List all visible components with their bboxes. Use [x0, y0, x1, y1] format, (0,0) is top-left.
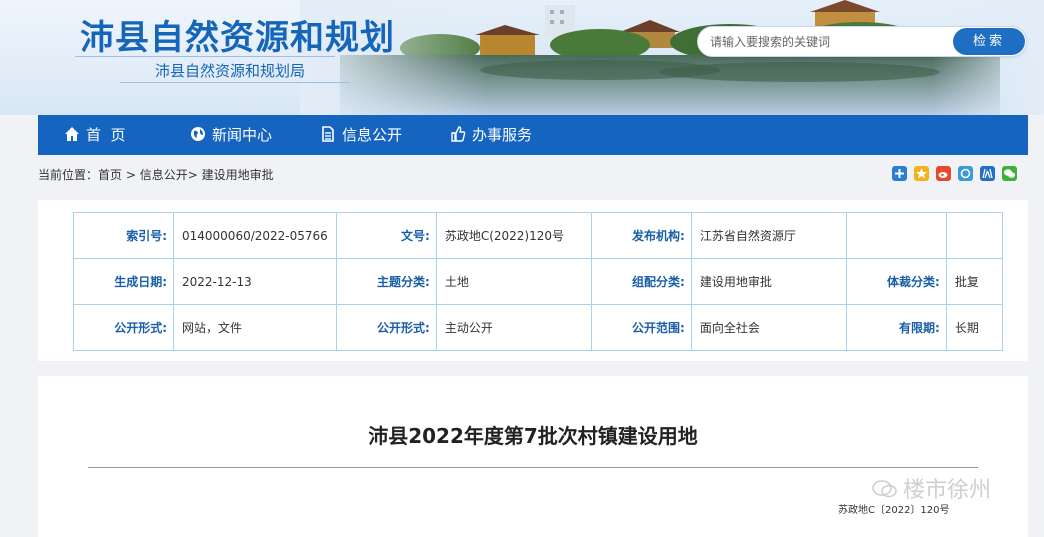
meta-key-topic: 主题分类: — [335, 258, 437, 305]
meta-value-docno: 苏政地C(2022)120号 — [435, 212, 592, 259]
document-icon — [322, 126, 334, 142]
breadcrumb: 当前位置：首页 > 信息公开> 建设用地审批 — [38, 166, 274, 183]
breadcrumb-link-info[interactable]: 信息公开 — [140, 168, 188, 182]
thumbs-up-icon — [451, 126, 466, 142]
star-share-icon[interactable] — [914, 166, 930, 181]
table-row: 索引号: 014000060/2022-05766 文号: 苏政地C(2022)… — [73, 212, 1003, 259]
meta-key-scope: 公开范围: — [590, 304, 692, 351]
meta-key-index: 索引号: — [73, 212, 174, 259]
nav-item-info[interactable]: 信息公开 — [320, 115, 402, 155]
nav-item-news[interactable]: 新闻中心 — [190, 115, 272, 155]
meta-key-category: 组配分类: — [590, 258, 692, 305]
document-title: 沛县2022年度第7批次村镇建设用地 — [368, 424, 698, 448]
search-box: 检索 — [697, 26, 1027, 57]
plus-share-icon[interactable] — [892, 166, 907, 181]
table-row: 公开形式: 网站，文件 公开形式: 主动公开 公开范围: 面向全社会 有限期: … — [73, 304, 1003, 351]
meta-key-empty — [845, 212, 947, 259]
watermark-text: 楼市徐州 — [903, 478, 992, 503]
breadcrumb-separator: > — [187, 168, 198, 182]
meta-key-validity: 有限期: — [845, 304, 947, 351]
meta-key-genre: 体裁分类: — [845, 258, 947, 305]
breadcrumb-link-home[interactable]: 首页 — [98, 168, 122, 182]
meta-key-form2: 公开形式: — [335, 304, 437, 351]
meta-key-form: 公开形式: — [73, 304, 174, 351]
meta-value-category: 建设用地审批 — [690, 258, 847, 305]
nav-item-label: 信息公开 — [342, 126, 403, 144]
meta-info-table: 索引号: 014000060/2022-05766 文号: 苏政地C(2022)… — [73, 212, 1003, 351]
meta-key-date: 生成日期: — [73, 258, 174, 305]
nav-item-services[interactable]: 办事服务 — [450, 115, 532, 155]
header-scenery-image — [300, 0, 1044, 115]
wechat-watermark-icon — [872, 480, 897, 498]
title-decor-line — [120, 82, 350, 83]
site-header: 沛县自然资源和规划 沛县自然资源和规划局 检索 — [0, 0, 1044, 115]
watermark: 楼市徐州 — [871, 472, 991, 504]
site-subtitle: 沛县自然资源和规划局 — [155, 62, 306, 80]
meta-value-genre: 批复 — [945, 258, 1003, 305]
main-nav: 首 页 新闻中心 信息公开 办事服务 — [38, 115, 1028, 155]
meta-value-date: 2022-12-13 — [173, 258, 337, 305]
globe-icon — [191, 127, 205, 141]
search-input[interactable] — [710, 33, 950, 51]
qzone-share-icon[interactable] — [958, 166, 974, 181]
meta-value-scope: 面向全社会 — [690, 304, 847, 351]
breadcrumb-current: 建设用地审批 — [201, 168, 274, 182]
nav-item-label: 新闻中心 — [212, 126, 273, 144]
breadcrumb-prefix: 当前位置： — [38, 168, 99, 182]
title-divider — [88, 467, 978, 468]
renren-share-icon[interactable] — [980, 166, 996, 181]
site-title: 沛县自然资源和规划 — [80, 18, 395, 58]
meta-value-index: 014000060/2022-05766 — [173, 212, 337, 259]
meta-value-empty — [945, 212, 1003, 259]
nav-item-home[interactable]: 首 页 — [64, 115, 126, 155]
meta-key-publisher: 发布机构: — [590, 212, 692, 259]
meta-value-form2: 主动公开 — [435, 304, 592, 351]
meta-value-validity: 长期 — [945, 304, 1003, 351]
home-icon — [65, 127, 79, 141]
breadcrumb-separator: > — [125, 168, 136, 182]
share-toolbar — [892, 166, 1019, 181]
nav-item-label: 首 页 — [86, 126, 126, 144]
table-row: 生成日期: 2022-12-13 主题分类: 土地 组配分类: 建设用地审批 体… — [73, 258, 1003, 305]
meta-value-publisher: 江苏省自然资源厅 — [690, 212, 847, 259]
wechat-share-icon[interactable] — [1002, 166, 1018, 181]
search-button[interactable]: 检索 — [953, 28, 1025, 55]
document-content-panel: 沛县2022年度第7批次村镇建设用地 楼市徐州 苏政地C〔2022〕120号 — [38, 376, 1028, 537]
meta-info-panel: 索引号: 014000060/2022-05766 文号: 苏政地C(2022)… — [38, 200, 1028, 361]
nav-item-label: 办事服务 — [472, 126, 533, 144]
weibo-share-icon[interactable] — [936, 166, 952, 181]
meta-value-form: 网站，文件 — [173, 304, 337, 351]
meta-value-topic: 土地 — [435, 258, 592, 305]
document-number: 苏政地C〔2022〕120号 — [838, 505, 950, 516]
meta-key-docno: 文号: — [335, 212, 437, 259]
